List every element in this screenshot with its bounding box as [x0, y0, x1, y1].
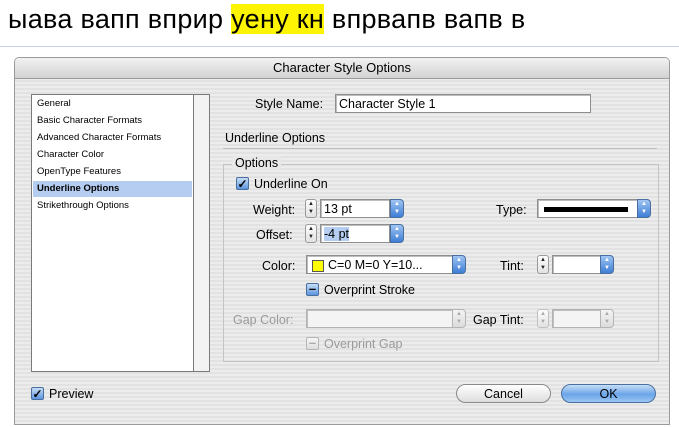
tint-stepper[interactable]: ▲ ▼: [537, 255, 549, 274]
category-basic-character-formats[interactable]: Basic Character Formats: [33, 113, 192, 129]
style-name-input[interactable]: Character Style 1: [335, 94, 591, 113]
yellow-color-swatch: [312, 260, 324, 272]
underline-on-checkbox[interactable]: ✓: [236, 177, 249, 190]
color-label: Color:: [262, 259, 296, 273]
gap-color-select[interactable]: [306, 309, 454, 328]
document-text-before: ыава вапп вприр: [8, 4, 232, 34]
category-general[interactable]: General: [33, 96, 192, 112]
weight-dropdown-button[interactable]: ▲ ▼: [390, 199, 404, 218]
overprint-gap-label: Overprint Gap: [324, 337, 403, 351]
tint-label: Tint:: [500, 259, 524, 273]
dialog-title-bar[interactable]: Character Style Options: [15, 58, 669, 79]
gap-tint-dropdown-button[interactable]: ▲ ▼: [600, 309, 614, 328]
weight-input[interactable]: 13 pt: [320, 199, 390, 218]
overprint-stroke-checkbox[interactable]: –: [306, 282, 319, 296]
category-character-color[interactable]: Character Color: [33, 147, 192, 163]
type-dropdown-button[interactable]: ▲ ▼: [637, 199, 651, 218]
overprint-stroke-label: Overprint Stroke: [324, 283, 416, 297]
ok-button[interactable]: OK: [561, 384, 656, 403]
type-label: Type:: [496, 203, 527, 217]
section-divider: [223, 148, 657, 149]
section-title: Underline Options: [225, 131, 326, 145]
category-list[interactable]: General Basic Character Formats Advanced…: [31, 94, 210, 372]
gap-color-dropdown-button[interactable]: ▲ ▼: [452, 309, 466, 328]
category-advanced-character-formats[interactable]: Advanced Character Formats: [33, 130, 192, 146]
offset-stepper[interactable]: ▲ ▼: [305, 224, 317, 243]
offset-input[interactable]: -4 pt: [320, 224, 390, 243]
tint-input[interactable]: [552, 255, 602, 274]
solid-line-swatch: [544, 207, 628, 212]
color-dropdown-button[interactable]: ▲ ▼: [452, 255, 466, 274]
style-name-label: Style Name:: [255, 97, 324, 111]
color-select[interactable]: C=0 M=0 Y=10...: [306, 255, 454, 274]
offset-dropdown-button[interactable]: ▲ ▼: [390, 224, 404, 243]
gap-color-label: Gap Color:: [233, 313, 294, 327]
overprint-gap-checkbox[interactable]: –: [306, 336, 319, 350]
list-scrollbar[interactable]: [194, 95, 209, 371]
underline-on-label: Underline On: [254, 177, 328, 191]
tint-dropdown-button[interactable]: ▲ ▼: [600, 255, 614, 274]
category-opentype-features[interactable]: OpenType Features: [33, 164, 192, 180]
preview-checkbox[interactable]: ✓: [31, 387, 44, 400]
document-text-after: впрвапв вапв в: [324, 4, 526, 34]
cancel-button[interactable]: Cancel: [456, 384, 551, 403]
type-select[interactable]: [537, 199, 641, 218]
document-text-line: ыава вапп вприр уену кн впрвапв вапв в: [8, 4, 526, 35]
dialog-title: Character Style Options: [272, 60, 411, 75]
offset-value: -4 pt: [324, 227, 350, 241]
gap-tint-stepper[interactable]: ▲ ▼: [537, 309, 549, 328]
weight-stepper[interactable]: ▲ ▼: [305, 199, 317, 218]
document-text-highlighted[interactable]: уену кн: [231, 4, 325, 34]
color-value: C=0 M=0 Y=10...: [328, 258, 423, 272]
options-group-legend: Options: [232, 156, 282, 170]
category-underline-options[interactable]: Underline Options: [33, 181, 192, 197]
gap-tint-label: Gap Tint:: [473, 313, 524, 327]
preview-label: Preview: [49, 387, 94, 401]
offset-label: Offset:: [256, 228, 293, 242]
gap-tint-input[interactable]: [552, 309, 602, 328]
weight-label: Weight:: [253, 203, 296, 217]
document-guide-line: [0, 46, 679, 47]
category-strikethrough-options[interactable]: Strikethrough Options: [33, 198, 192, 214]
character-style-options-dialog: Character Style Options General Basic Ch…: [14, 57, 670, 425]
